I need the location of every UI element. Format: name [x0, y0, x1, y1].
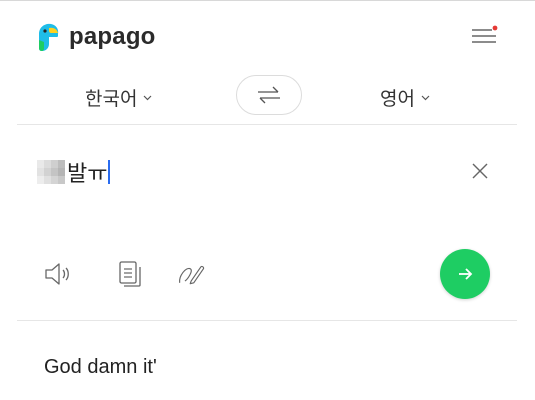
clear-input-button[interactable] — [470, 161, 490, 181]
menu-button[interactable] — [470, 24, 498, 48]
source-language-label: 한국어 — [85, 89, 138, 110]
source-text-value: 발ㅠ — [67, 161, 108, 186]
translate-button[interactable] — [440, 249, 490, 299]
language-bar: 한국어 영어 — [17, 72, 517, 125]
papago-logo[interactable]: papago — [35, 22, 156, 52]
listen-button[interactable] — [44, 259, 74, 289]
translation-output: God damn it' — [44, 356, 157, 378]
handwriting-pen-icon — [179, 265, 205, 285]
close-icon — [472, 163, 488, 179]
copy-icon — [119, 261, 141, 287]
arrow-right-icon — [459, 268, 473, 280]
hamburger-menu-icon — [472, 25, 498, 43]
text-cursor — [108, 160, 111, 184]
handwriting-button[interactable] — [177, 259, 207, 289]
app-header: papago — [0, 0, 535, 72]
swap-languages-button[interactable] — [236, 75, 302, 115]
target-language-label: 영어 — [380, 89, 415, 110]
target-language-select[interactable]: 영어 — [380, 84, 430, 111]
copy-button[interactable] — [115, 259, 145, 289]
chevron-down-icon — [144, 95, 152, 101]
chevron-down-icon — [421, 95, 430, 101]
redacted-text-blur — [37, 160, 65, 184]
logo-text: papago — [69, 23, 156, 50]
source-language-select[interactable]: 한국어 — [85, 84, 152, 111]
swap-arrows-icon — [258, 86, 280, 104]
parrot-logo-icon — [39, 23, 59, 51]
source-text-input[interactable]: 발ㅠ — [37, 157, 111, 187]
notification-dot — [492, 25, 498, 31]
speaker-icon — [45, 263, 69, 285]
source-input-area: 발ㅠ — [17, 125, 517, 321]
